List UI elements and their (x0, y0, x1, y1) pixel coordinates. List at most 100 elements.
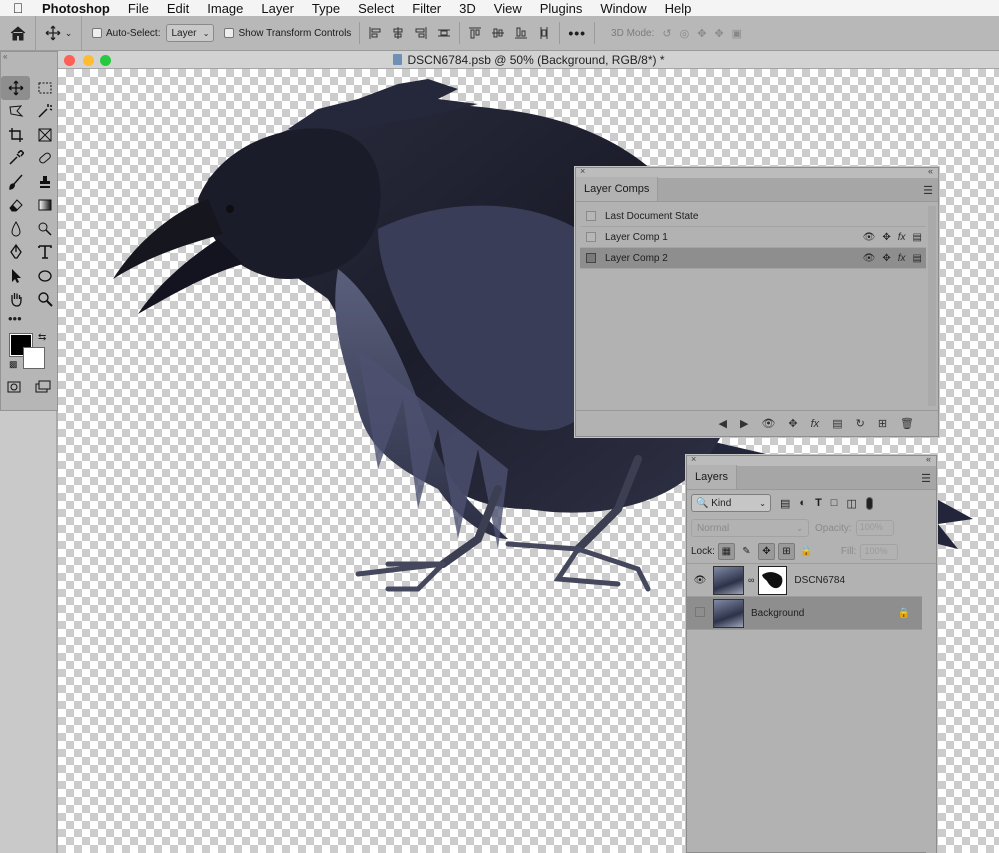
blur-icon[interactable] (1, 217, 30, 241)
zoom-icon[interactable] (30, 288, 59, 312)
close-panel-icon[interactable]: × (580, 166, 585, 176)
layers-scrollbar[interactable] (926, 586, 936, 853)
magic-wand-icon[interactable] (30, 100, 59, 124)
roll-3d-icon[interactable]: ◎ (680, 27, 690, 40)
pan-3d-icon[interactable]: ✥ (697, 27, 706, 40)
apply-comp-checkbox[interactable] (586, 211, 596, 221)
menu-type[interactable]: Type (303, 1, 349, 16)
default-colors-icon[interactable]: ▩ (9, 359, 18, 370)
distribute-icon[interactable] (437, 26, 451, 40)
tab-layers[interactable]: Layers (687, 465, 738, 489)
close-window-button[interactable] (64, 55, 75, 66)
distribute-vertical-icon[interactable] (537, 26, 551, 40)
align-horizontal-center-icon[interactable] (391, 26, 405, 40)
pen-icon[interactable] (1, 241, 30, 265)
move-tool-icon[interactable] (1, 76, 30, 100)
layer-comp-row-last-document-state[interactable]: Last Document State (580, 206, 926, 227)
filter-adjustment-icon[interactable]: ◐ (799, 497, 806, 509)
crop-icon[interactable] (1, 123, 30, 147)
minimize-window-button[interactable] (83, 55, 94, 66)
screen-mode-icon[interactable] (35, 380, 51, 396)
lock-image-pixels-icon[interactable]: ✎ (738, 543, 755, 560)
quick-mask-icon[interactable] (7, 381, 21, 396)
dodge-icon[interactable] (30, 217, 59, 241)
collapse-panel-icon[interactable]: « (926, 454, 931, 464)
rectangular-marquee-icon[interactable] (30, 76, 59, 100)
swap-colors-icon[interactable]: ⇆ (38, 332, 46, 343)
type-icon[interactable] (30, 241, 59, 265)
lock-artboard-icon[interactable]: ⊞ (777, 543, 795, 560)
collapse-panel-icon[interactable]: « (928, 166, 933, 176)
apply-position-icon[interactable]: ✥ (788, 417, 797, 430)
eraser-icon[interactable] (1, 194, 30, 218)
position-icon[interactable]: ✥ (882, 253, 890, 264)
align-bottom-icon[interactable] (514, 26, 528, 40)
filter-shape-icon[interactable]: □ (831, 497, 838, 509)
lasso-icon[interactable] (1, 100, 30, 124)
opacity-field[interactable]: 100% (855, 520, 894, 536)
lock-transparent-pixels-icon[interactable]: ▦ (717, 543, 735, 560)
edit-toolbar-icon[interactable]: ••• (1, 311, 57, 331)
menu-layer[interactable]: Layer (252, 1, 303, 16)
menu-3d[interactable]: 3D (450, 1, 485, 16)
menu-select[interactable]: Select (349, 1, 403, 16)
tools-panel-grip[interactable]: « (1, 52, 57, 66)
visibility-icon[interactable]: 👁 (863, 232, 876, 243)
show-transform-box[interactable] (224, 28, 235, 38)
move-tool-preset-picker[interactable]: ⌄ (36, 15, 82, 51)
align-vertical-center-icon[interactable] (491, 26, 505, 40)
update-comp-icon[interactable]: ↻ (856, 417, 865, 430)
lock-all-icon[interactable]: 🔒 (798, 543, 815, 560)
zoom-window-button[interactable] (100, 55, 111, 66)
menu-plugins[interactable]: Plugins (531, 1, 592, 16)
clone-stamp-icon[interactable] (30, 170, 59, 194)
menu-filter[interactable]: Filter (403, 1, 450, 16)
menu-window[interactable]: Window (591, 1, 655, 16)
menu-edit[interactable]: Edit (158, 1, 198, 16)
apply-comp-checkbox[interactable] (586, 232, 596, 242)
layer-comp-row-1[interactable]: Layer Comp 1 👁 ✥ fx ▤ (580, 227, 926, 248)
fx-icon[interactable]: fx (898, 232, 906, 243)
fill-field[interactable]: 100% (860, 543, 899, 560)
apply-fx-icon[interactable]: fx (811, 418, 820, 430)
lock-position-icon[interactable]: ✥ (757, 543, 775, 560)
gradient-icon[interactable] (30, 194, 59, 218)
apple-icon[interactable]:  (0, 0, 36, 16)
layer-comps-scrollbar[interactable] (928, 206, 936, 406)
filter-smart-object-icon[interactable]: ◫ (846, 497, 856, 510)
menu-help[interactable]: Help (656, 1, 701, 16)
path-selection-icon[interactable] (1, 264, 30, 288)
align-left-icon[interactable] (368, 26, 382, 40)
healing-brush-icon[interactable] (30, 147, 59, 171)
next-comp-icon[interactable]: ▶ (740, 417, 748, 430)
slide-3d-icon[interactable]: ✥ (714, 27, 723, 40)
menu-image[interactable]: Image (198, 1, 252, 16)
align-top-icon[interactable] (468, 26, 482, 40)
show-transform-controls-checkbox[interactable]: Show Transform Controls (224, 28, 351, 39)
home-icon[interactable] (0, 15, 36, 51)
eyedropper-icon[interactable] (1, 147, 30, 171)
menu-view[interactable]: View (485, 1, 531, 16)
position-icon[interactable]: ✥ (882, 232, 890, 243)
align-right-icon[interactable] (414, 26, 428, 40)
filter-pixel-icon[interactable]: ▤ (780, 497, 790, 510)
new-comp-icon[interactable]: ⊞ (878, 417, 887, 430)
mask-link-icon[interactable]: ∞ (748, 575, 754, 585)
layer-mask-thumbnail[interactable] (758, 565, 788, 595)
auto-select-checkbox[interactable]: Auto-Select: (92, 28, 160, 39)
auto-select-box[interactable] (92, 28, 102, 38)
close-panel-icon[interactable]: × (691, 454, 696, 464)
apply-comp-checkbox[interactable] (586, 253, 596, 263)
previous-comp-icon[interactable]: ◀ (719, 417, 727, 430)
ellipse-icon[interactable] (30, 264, 59, 288)
scale-3d-icon[interactable]: ▣ (732, 27, 742, 40)
brush-icon[interactable] (1, 170, 30, 194)
filter-type-icon[interactable]: T (815, 497, 822, 509)
fx-icon[interactable]: fx (898, 253, 906, 264)
background-color-swatch[interactable] (23, 347, 45, 369)
orbit-3d-icon[interactable]: ↺ (662, 27, 671, 40)
layer-comp-row-2[interactable]: Layer Comp 2 👁 ✥ fx ▤ (580, 248, 926, 269)
layer-row-background[interactable]: Background 🔒 (687, 597, 922, 630)
apply-document-icon[interactable]: ▤ (832, 417, 842, 430)
auto-select-target-dropdown[interactable]: Layer ⌄ (166, 24, 215, 42)
